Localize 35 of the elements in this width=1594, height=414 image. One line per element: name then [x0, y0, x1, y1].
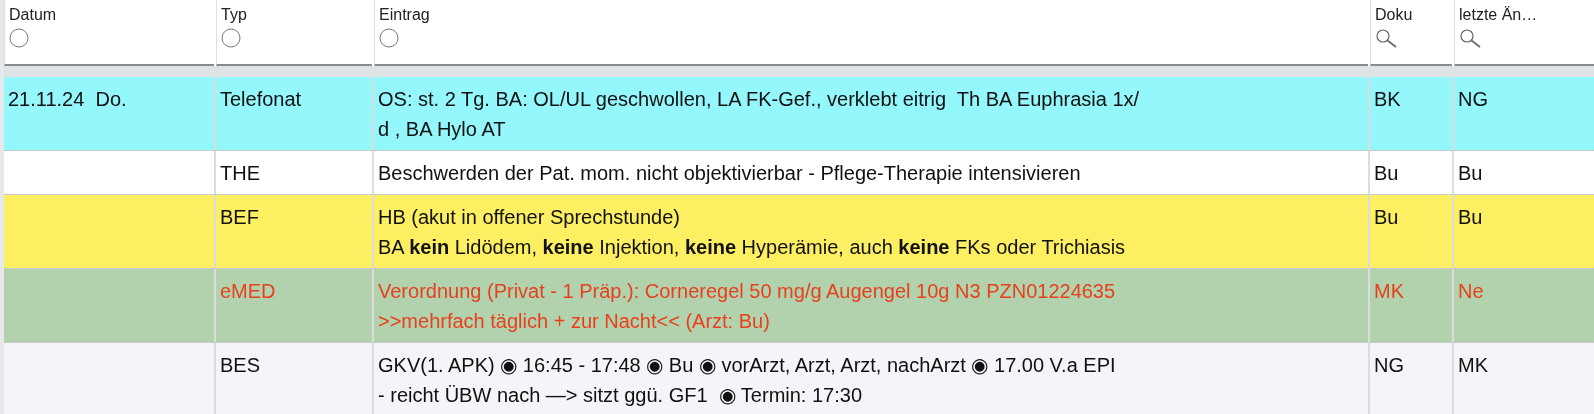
doku-cell: Bu [1370, 151, 1452, 194]
modified-by-cell: MK [1454, 343, 1594, 414]
search-icon[interactable] [1459, 28, 1483, 48]
column-label: letzte Än… [1459, 5, 1539, 25]
entry-line: - reicht ÜBW nach —> sitzt ggü. GF1 ◉ Termin: 17:30 [378, 383, 864, 408]
search-icon[interactable] [1375, 28, 1399, 48]
column-label: Datum [9, 5, 58, 25]
entry-line: HB (akut in offener Sprechstunde) [378, 205, 682, 230]
type-cell: BEF [216, 195, 372, 268]
doku-cell: BK [1370, 77, 1452, 150]
column-label: Doku [1375, 5, 1414, 25]
type-cell: THE [216, 151, 372, 194]
modified-by-cell: Bu [1454, 151, 1594, 194]
modified-by-cell: NG [1454, 77, 1594, 150]
doku-cell: NG [1370, 343, 1452, 414]
column-label: Typ [221, 5, 248, 25]
doku-cell: Bu [1370, 195, 1452, 268]
column-label: Eintrag [379, 5, 431, 25]
entry-line: BA kein Lidödem, keine Injektion, keine Hyperämie, auch keine FKs oder Trichiasis [378, 235, 1127, 260]
entry-line: d , BA Hylo AT [378, 117, 507, 142]
type-cell: Telefonat [216, 77, 372, 150]
entry-line: OS: st. 2 Tg. BA: OL/UL geschwollen, LA FK-Gef., verklebt eitrig Th BA Euphrasia 1x/ [378, 87, 1141, 112]
type-cell: BES [216, 343, 372, 414]
date-cell: 21.11.24 Do. [4, 77, 214, 150]
type-cell: eMED [216, 269, 372, 342]
filter-circle-icon[interactable] [9, 28, 29, 48]
filter-circle-icon[interactable] [221, 28, 241, 48]
entry-line: Verordnung (Privat - 1 Präp.): Corneregel 50 mg/g Augengel 10g N3 PZN01224635 [378, 279, 1117, 304]
entry-line: GKV(1. APK) ◉ 16:45 - 17:48 ◉ Bu ◉ vorArzt, Arzt, Arzt, nachArzt ◉ 17.00 V.a EPI [378, 353, 1117, 378]
filter-circle-icon[interactable] [379, 28, 399, 48]
modified-by-cell: Ne [1454, 269, 1594, 342]
entry-line: >>mehrfach täglich + zur Nacht<< (Arzt: Bu) [378, 309, 771, 334]
modified-by-cell: Bu [1454, 195, 1594, 268]
entry-line: Beschwerden der Pat. mom. nicht objektivierbar - Pflege-Therapie intensivieren [378, 161, 1082, 186]
doku-cell: MK [1370, 269, 1452, 342]
